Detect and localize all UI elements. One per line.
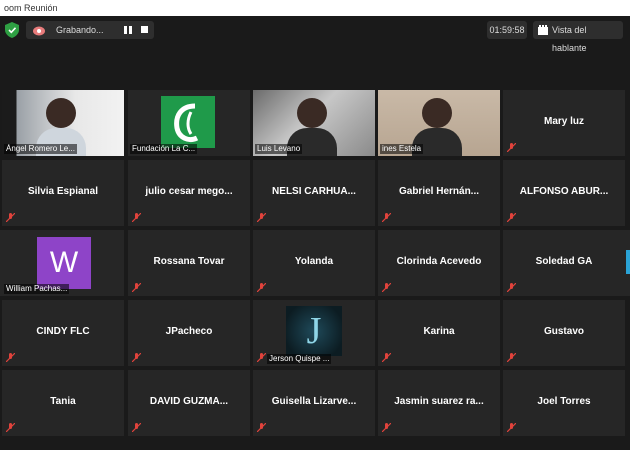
fundacion-logo: [161, 96, 215, 148]
meeting-timer: 01:59:58: [487, 21, 527, 39]
participant-name: Mary luz: [543, 116, 584, 127]
participant-name: CINDY FLC: [36, 326, 90, 337]
participant-tile[interactable]: ines Estela: [378, 90, 500, 156]
muted-mic-icon: [132, 353, 141, 362]
participant-name: Jerson Quispe ...: [267, 354, 332, 364]
participant-tile[interactable]: Guisella Lizarve...: [253, 370, 375, 436]
participant-tile[interactable]: Luis Levano: [253, 90, 375, 156]
participant-name: ines Estela: [380, 144, 424, 154]
participant-tile[interactable]: Gustavo: [503, 300, 625, 366]
participant-tile[interactable]: julio cesar mego...: [128, 160, 250, 226]
participant-name: Luis Levano: [255, 144, 303, 154]
muted-mic-icon: [132, 423, 141, 432]
avatar: W: [37, 237, 91, 289]
participant-name: julio cesar mego...: [145, 186, 233, 197]
stop-recording-icon[interactable]: [141, 26, 148, 33]
meeting-topbar: Grabando... 01:59:58 Vista del hablante: [0, 16, 630, 53]
muted-mic-icon: [257, 423, 266, 432]
muted-mic-icon: [382, 423, 391, 432]
participant-tile[interactable]: Gabriel Hernán...: [378, 160, 500, 226]
muted-mic-icon: [6, 353, 15, 362]
participant-name: Gabriel Hernán...: [398, 186, 480, 197]
cloud-recording-icon: [33, 26, 45, 36]
participant-name: NELSI CARHUA...: [272, 186, 356, 197]
muted-mic-icon: [6, 213, 15, 222]
participant-name: William Pachas...: [4, 284, 70, 294]
recording-indicator: Grabando...: [26, 21, 154, 39]
muted-mic-icon: [257, 353, 266, 362]
participant-tile[interactable]: Mary luz: [503, 90, 625, 156]
person-silhouette: [46, 98, 76, 128]
participant-tile[interactable]: Karina: [378, 300, 500, 366]
muted-mic-icon: [132, 213, 141, 222]
participant-name: JPacheco: [165, 326, 213, 337]
recording-label: Grabando...: [56, 25, 104, 35]
participant-tile[interactable]: J Jerson Quispe ...: [253, 300, 375, 366]
participant-tile[interactable]: Rossana Tovar: [128, 230, 250, 296]
muted-mic-icon: [382, 213, 391, 222]
pause-recording-icon[interactable]: [124, 26, 132, 34]
participant-tile[interactable]: Yolanda: [253, 230, 375, 296]
muted-mic-icon: [257, 283, 266, 292]
participant-name: ALFONSO ABUR...: [519, 186, 609, 197]
view-grid-icon: [538, 25, 548, 35]
participant-name: Rossana Tovar: [153, 256, 225, 267]
participant-tile[interactable]: Silvia Espianal: [2, 160, 124, 226]
participant-name: Joel Torres: [537, 396, 591, 407]
muted-mic-icon: [382, 283, 391, 292]
participant-name: Guisella Lizarve...: [271, 396, 357, 407]
participant-name: Karina: [423, 326, 455, 337]
muted-mic-icon: [382, 353, 391, 362]
muted-mic-icon: [507, 143, 516, 152]
participant-tile[interactable]: Joel Torres: [503, 370, 625, 436]
muted-mic-icon: [507, 213, 516, 222]
participant-tile[interactable]: W William Pachas...: [2, 230, 124, 296]
person-silhouette: [297, 98, 327, 128]
participant-name: Yolanda: [294, 256, 334, 267]
muted-mic-icon: [257, 213, 266, 222]
participant-tile[interactable]: CINDY FLC: [2, 300, 124, 366]
participant-name: Fundación La C...: [130, 144, 198, 154]
participant-name: Jasmin suarez ra...: [394, 396, 484, 407]
muted-mic-icon: [6, 423, 15, 432]
participant-name: Soledad GA: [535, 256, 593, 267]
muted-mic-icon: [132, 283, 141, 292]
participant-tile[interactable]: Clorinda Acevedo: [378, 230, 500, 296]
speaker-view-label: Vista del hablante: [552, 25, 587, 53]
participant-name: DAVID GUZMA...: [149, 396, 229, 407]
partial-avatar: [626, 250, 630, 274]
participant-tile[interactable]: JPacheco: [128, 300, 250, 366]
participant-tile[interactable]: Jasmin suarez ra...: [378, 370, 500, 436]
participant-tile[interactable]: Fundación La C...: [128, 90, 250, 156]
participant-name: Tania: [50, 396, 76, 407]
participant-name: Ángel Romero Le...: [4, 144, 77, 154]
speaker-view-button[interactable]: Vista del hablante: [533, 21, 623, 53]
shield-icon[interactable]: [5, 22, 19, 38]
participant-tile[interactable]: ALFONSO ABUR...: [503, 160, 625, 226]
window-title: oom Reunión: [0, 0, 630, 16]
person-silhouette: [422, 98, 452, 128]
muted-mic-icon: [507, 423, 516, 432]
muted-mic-icon: [507, 353, 516, 362]
participant-tile[interactable]: Soledad GA: [503, 230, 625, 296]
participant-name: Clorinda Acevedo: [396, 256, 482, 267]
participant-tile[interactable]: DAVID GUZMA...: [128, 370, 250, 436]
participant-tile[interactable]: Ángel Romero Le...: [2, 90, 124, 156]
avatar: J: [286, 306, 342, 356]
participant-name: Silvia Espianal: [27, 186, 99, 197]
participant-tile[interactable]: NELSI CARHUA...: [253, 160, 375, 226]
participant-tile[interactable]: Tania: [2, 370, 124, 436]
participant-name: Gustavo: [543, 326, 584, 337]
muted-mic-icon: [507, 283, 516, 292]
